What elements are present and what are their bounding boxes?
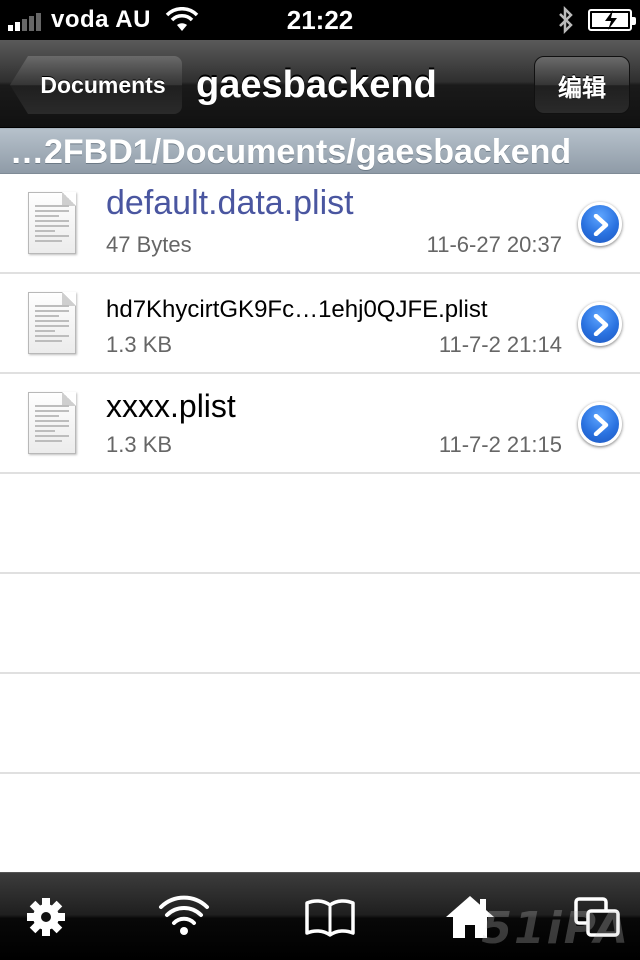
chevron-right-icon [593,414,609,436]
tab-wifi[interactable] [158,893,210,941]
document-icon [28,192,76,254]
file-row[interactable]: hd7KhycirtGK9Fc…1ehj0QJFE.plist 1.3 KB 1… [0,274,640,374]
empty-row [0,574,640,674]
file-date: 11-6-27 20:37 [426,232,562,257]
page-title: gaesbackend [196,64,437,106]
chevron-right-icon [593,314,609,336]
tab-bar: 51iPA [0,872,640,960]
charging-bolt-icon [605,10,617,30]
bluetooth-icon [559,6,573,34]
path-header: …2FBD1/Documents/gaesbackend [0,128,640,174]
empty-row [0,674,640,774]
file-size: 1.3 KB [106,332,173,357]
navigation-bar: Documents gaesbackend 编辑 [0,40,640,128]
tab-books[interactable] [304,893,356,941]
file-row[interactable]: default.data.plist 47 Bytes 11-6-27 20:3… [0,174,640,274]
disclosure-button[interactable] [578,302,622,346]
file-size: 1.3 KB [106,432,173,457]
file-name: default.data.plist [106,184,354,222]
status-right [556,6,636,34]
wifi-icon [159,895,209,935]
document-icon [28,392,76,454]
document-icon [28,292,76,354]
battery-icon [588,9,636,31]
empty-row [0,474,640,574]
edit-button[interactable]: 编辑 [534,56,630,114]
back-button[interactable]: Documents [10,56,182,114]
disclosure-button[interactable] [578,202,622,246]
tab-settings[interactable] [20,893,72,941]
status-time: 21:22 [286,5,354,35]
chevron-right-icon [593,214,609,236]
watermark: 51iPA [481,903,630,954]
file-row[interactable]: xxxx.plist 1.3 KB 11-7-2 21:15 [0,374,640,474]
gear-icon [27,898,65,936]
file-name: hd7KhycirtGK9Fc…1ehj0QJFE.plist [106,296,488,323]
disclosure-button[interactable] [578,402,622,446]
book-icon [305,899,355,937]
file-date: 11-7-2 21:14 [438,332,562,357]
file-name: xxxx.plist [106,388,236,424]
file-date: 11-7-2 21:15 [438,432,562,457]
empty-row [0,774,640,872]
status-bar: voda AU 21:22 [0,0,640,40]
file-size: 47 Bytes [106,232,192,257]
